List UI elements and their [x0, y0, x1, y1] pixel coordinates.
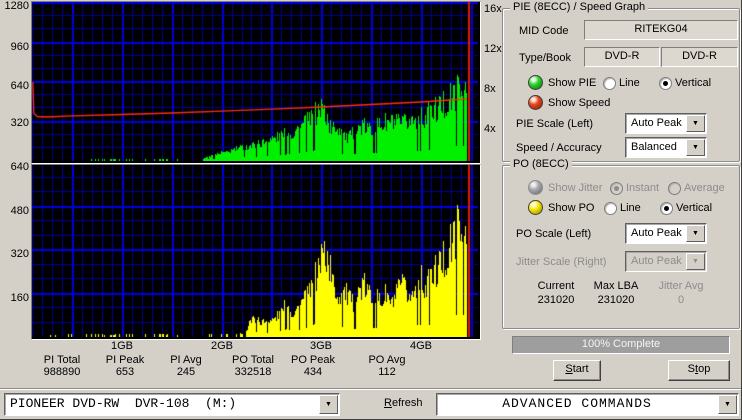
pie-speed-groupbox: PIE (8ECC) / Speed Graph MID Code RITEKG…	[502, 1, 740, 162]
pie-vertical-radio[interactable]	[659, 77, 672, 90]
max-lba-value: 231020	[597, 294, 635, 306]
mid-code-field: RITEKG04	[584, 20, 738, 40]
drive-select[interactable]: PIONEER DVD-RW DVR-108 (M:) ▼	[4, 393, 340, 416]
show-po-led-icon[interactable]	[528, 200, 543, 215]
pi-peak-label: PI Peak	[105, 354, 145, 366]
drive-select-value: PIONEER DVD-RW DVR-108 (M:)	[10, 396, 237, 411]
show-pie-label: Show PIE	[548, 77, 597, 89]
po-vertical-label: Vertical	[676, 202, 713, 214]
pie-axis-tick: 1280	[4, 0, 29, 12]
jitter-instant-radio	[610, 182, 623, 195]
pie-vertical-label: Vertical	[675, 77, 712, 89]
refresh-accel: R	[384, 397, 392, 409]
refresh-button[interactable]: Refresh	[384, 397, 423, 409]
chevron-down-icon[interactable]: ▼	[686, 225, 705, 242]
po-groupbox: PO (8ECC) Show Jitter Instant Average Sh…	[502, 158, 740, 329]
pie-axis-tick: 640	[10, 80, 29, 92]
x-axis-tick: 2GB	[210, 340, 233, 352]
jitter-scale-label: Jitter Scale (Right)	[516, 256, 607, 268]
pi-total-value: 988890	[43, 366, 81, 378]
stop-button-label: S	[687, 363, 696, 375]
jitter-scale-value: Auto Peak	[631, 255, 682, 267]
speed-accuracy-select[interactable]: Balanced ▼	[625, 137, 707, 158]
bottom-separator	[0, 388, 741, 390]
x-axis-tick: 4GB	[409, 340, 432, 352]
disc-type-field: DVD-R	[584, 47, 660, 67]
pie-line-radio[interactable]	[603, 77, 616, 90]
pie-scale-label: PIE Scale (Left)	[516, 118, 594, 130]
jitter-instant-label: Instant	[626, 182, 660, 194]
pie-speed-graph-frame	[31, 1, 481, 164]
pie-speed-graph	[32, 2, 478, 161]
po-line-radio[interactable]	[604, 202, 617, 215]
jitter-scale-select: Auto Peak ▼	[625, 251, 707, 272]
po-scale-value: Auto Peak	[631, 227, 682, 239]
show-speed-label: Show Speed	[548, 97, 611, 109]
po-axis-tick: 640	[10, 161, 29, 173]
stop-button[interactable]: Stop	[668, 360, 730, 381]
pi-total-label: PI Total	[43, 354, 81, 366]
jitter-average-radio	[668, 182, 681, 195]
x-axis-tick: 1GB	[110, 340, 133, 352]
pie-line-label: Line	[619, 77, 640, 89]
pie-axis-tick: 960	[10, 41, 29, 53]
x-axis-tick: 3GB	[309, 340, 332, 352]
po-avg-label: PO Avg	[368, 354, 406, 366]
chevron-down-icon[interactable]: ▼	[686, 139, 705, 156]
progress-bar: 100% Complete	[512, 336, 730, 354]
po-vertical-radio[interactable]	[660, 202, 673, 215]
book-type-field: DVD-R	[661, 47, 738, 67]
show-po-label: Show PO	[548, 202, 595, 214]
refresh-label: efresh	[391, 397, 423, 409]
po-group-title: PO (8ECC)	[510, 158, 572, 170]
show-pie-led-icon[interactable]	[528, 75, 543, 90]
chevron-down-icon[interactable]: ▼	[686, 115, 705, 132]
pi-peak-value: 653	[115, 366, 135, 378]
chevron-down-icon[interactable]: ▼	[319, 395, 338, 414]
commands-select-value: ADVANCED COMMANDS	[502, 396, 652, 411]
stop-button-label: op	[698, 363, 711, 375]
pie-group-title: PIE (8ECC) / Speed Graph	[510, 1, 649, 13]
speed-accuracy-value: Balanced	[631, 141, 677, 153]
start-button[interactable]: Start	[553, 360, 601, 381]
pie-scale-select[interactable]: Auto Peak ▼	[625, 113, 707, 134]
progress-text: 100% Complete	[581, 338, 661, 350]
show-jitter-label: Show Jitter	[548, 182, 603, 194]
pie-scale-value: Auto Peak	[631, 117, 682, 129]
po-scale-label: PO Scale (Left)	[516, 228, 592, 240]
jitter-avg-value: 0	[677, 294, 685, 306]
po-avg-value: 112	[378, 366, 396, 378]
po-scale-select[interactable]: Auto Peak ▼	[625, 223, 707, 244]
jitter-average-label: Average	[684, 182, 725, 194]
show-jitter-led-icon	[528, 180, 543, 195]
po-axis-tick: 160	[10, 292, 29, 304]
pie-axis-tick: 320	[10, 117, 29, 129]
po-line-label: Line	[620, 202, 641, 214]
start-button-accel: S	[565, 363, 573, 375]
po-peak-value: 434	[303, 366, 323, 378]
type-book-label: Type/Book	[519, 52, 571, 64]
pi-avg-value: 245	[176, 366, 196, 378]
po-axis-tick: 480	[10, 205, 29, 217]
commands-select[interactable]: ADVANCED COMMANDS ▼	[436, 393, 739, 416]
chevron-down-icon: ▼	[686, 253, 705, 270]
dvdinfopro-window: 1280 960 640 320 640 480 320 160 16x 12x…	[0, 0, 742, 420]
mid-code-label: MID Code	[519, 25, 569, 37]
jitter-avg-label: Jitter Avg	[658, 280, 704, 292]
start-button-label: tart	[572, 363, 589, 375]
pi-avg-label: PI Avg	[170, 354, 202, 366]
po-graph-frame	[31, 164, 481, 340]
show-speed-led-icon[interactable]	[528, 95, 543, 110]
speed-accuracy-label: Speed / Accuracy	[516, 142, 602, 154]
po-peak-label: PO Peak	[290, 354, 336, 366]
po-graph	[32, 165, 478, 337]
chevron-down-icon[interactable]: ▼	[718, 395, 737, 414]
max-lba-label: Max LBA	[593, 280, 639, 292]
po-axis-tick: 320	[10, 248, 29, 260]
